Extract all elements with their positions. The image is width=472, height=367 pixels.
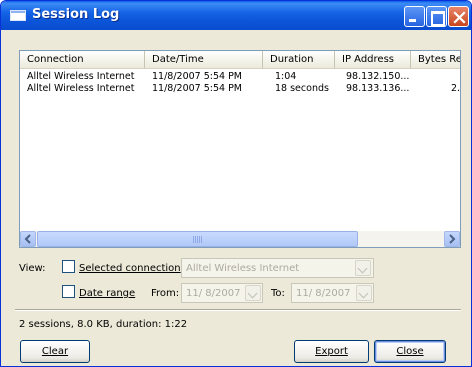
view-label: View: [19, 263, 46, 274]
from-date-picker[interactable]: 11/ 8/2007 [181, 283, 263, 303]
chevron-down-icon[interactable] [355, 260, 371, 276]
session-list[interactable]: Connection Date/Time Duration IP Address… [19, 50, 461, 248]
cell-connection: Alltel Wireless Internet [27, 83, 135, 94]
column-header-duration[interactable]: Duration [263, 51, 335, 68]
cell-duration: 1:04 [275, 71, 297, 82]
to-date-picker[interactable]: 11/ 8/2007 [291, 283, 374, 303]
window-icon [10, 10, 26, 21]
export-button-label: Export [315, 346, 348, 357]
column-header-bytes-received[interactable]: Bytes Re [411, 51, 460, 68]
cell-ip-address: 98.132.150... [346, 71, 410, 82]
cell-bytes-received: 2.8 [451, 83, 460, 94]
column-header-ip-address[interactable]: IP Address [335, 51, 411, 68]
close-icon [453, 11, 466, 24]
grip-icon [193, 236, 203, 243]
divider [15, 309, 461, 311]
chevron-left-icon [24, 234, 31, 244]
title-bar[interactable]: Session Log [1, 1, 471, 30]
table-row[interactable]: Alltel Wireless Internet 11/8/2007 5:54 … [20, 83, 460, 95]
from-date-value: 11/ 8/2007 [186, 288, 241, 299]
selected-connection-text: Selected connection [79, 263, 181, 274]
chevron-right-icon [449, 234, 456, 244]
cell-datetime: 11/8/2007 5:54 PM [152, 83, 243, 94]
maximize-button[interactable] [426, 6, 447, 27]
selected-connection-label[interactable]: Selected connection [79, 263, 181, 274]
status-summary: 2 sessions, 8.0 KB, duration: 1:22 [19, 319, 188, 330]
connection-select-value: Alltel Wireless Internet [186, 263, 300, 274]
column-header-datetime[interactable]: Date/Time [145, 51, 263, 68]
scroll-thumb[interactable] [37, 231, 358, 247]
window-title: Session Log [32, 7, 120, 22]
close-window-button[interactable] [448, 6, 469, 27]
export-button[interactable]: Export [294, 340, 369, 363]
selected-connection-checkbox[interactable] [62, 260, 75, 273]
connection-select[interactable]: Alltel Wireless Internet [181, 258, 374, 278]
minimize-button[interactable] [404, 6, 425, 27]
cell-connection: Alltel Wireless Internet [27, 71, 135, 82]
date-range-text: Date range [79, 288, 136, 299]
table-row[interactable]: Alltel Wireless Internet 11/8/2007 5:54 … [20, 71, 460, 83]
to-label: To: [271, 288, 285, 299]
close-button[interactable]: Close [374, 340, 446, 363]
session-log-window: Session Log Connection Date/Time Duratio… [0, 0, 472, 367]
chevron-down-icon[interactable] [356, 285, 372, 301]
list-header: Connection Date/Time Duration IP Address… [20, 51, 460, 69]
clear-button[interactable]: Clear [20, 340, 90, 363]
chevron-down-icon[interactable] [245, 285, 261, 301]
cell-datetime: 11/8/2007 5:54 PM [152, 71, 243, 82]
date-range-checkbox[interactable] [62, 285, 75, 298]
cell-duration: 18 seconds [275, 83, 329, 94]
column-header-connection[interactable]: Connection [20, 51, 145, 68]
scroll-left-button[interactable] [20, 231, 36, 247]
scroll-right-button[interactable] [444, 231, 460, 247]
horizontal-scrollbar[interactable] [20, 231, 460, 247]
close-button-label: Close [396, 346, 424, 357]
from-label: From: [151, 288, 180, 299]
cell-ip-address: 98.133.136... [346, 83, 410, 94]
list-body: Alltel Wireless Internet 11/8/2007 5:54 … [20, 70, 460, 230]
clear-button-label: Clear [41, 346, 69, 357]
to-date-value: 11/ 8/2007 [296, 288, 351, 299]
date-range-label[interactable]: Date range [79, 288, 135, 299]
